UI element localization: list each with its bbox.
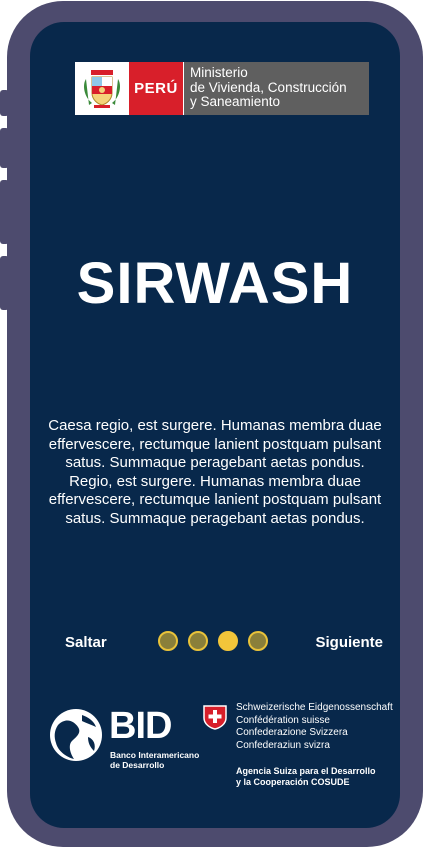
app-title: SIRWASH [76,251,354,316]
swiss-agency-name: Agencia Suiza para el Desarrollo y la Co… [236,766,376,788]
skip-button[interactable]: Saltar [65,634,107,651]
page-dot-3-active[interactable] [218,631,238,651]
ministry-line: Ministerio [190,65,248,80]
page-dot-1[interactable] [158,631,178,651]
agency-line: y la Cooperación COSUDE [236,777,350,787]
next-button[interactable]: Siguiente [315,634,383,651]
onboarding-navigation: Saltar Siguiente [30,628,400,658]
onboarding-description: Caesa regio, est surgere. Humanas membra… [48,417,382,527]
swiss-logo: Schweizerische Eidgenossenschaft Confédé… [202,700,400,790]
swiss-line: Confederaziun svizra [236,739,330,751]
government-logo: PERÚ Ministerio de Vivienda, Construcció… [75,62,369,115]
swiss-line: Confédération suisse [236,714,330,726]
swiss-flag-icon [203,705,227,730]
coat-of-arms-icon [75,62,129,115]
bid-subtitle: Banco Interamericano de Desarrollo [110,750,199,770]
page-dot-2[interactable] [188,631,208,651]
bid-name: BID [109,705,172,747]
side-button [0,90,9,116]
side-button [0,128,9,168]
swiss-line: Schweizerische Eidgenossenschaft [236,702,393,713]
side-button [0,180,9,244]
app-screen: PERÚ Ministerio de Vivienda, Construcció… [30,22,400,828]
peru-label: PERÚ [129,62,184,115]
agency-line: Agencia Suiza para el Desarrollo [236,766,376,776]
bid-subtitle-line: de Desarrollo [110,759,165,770]
side-button [0,256,9,310]
page-indicator [158,631,268,651]
bid-globe-icon [50,709,102,761]
bid-logo: BID Banco Interamericano de Desarrollo [48,705,218,775]
ministry-line: de Vivienda, Construcción [190,79,347,95]
page-dot-4[interactable] [248,631,268,651]
ministry-line: y Saneamiento [190,94,281,109]
swiss-confederation-names: Schweizerische Eidgenossenschaft Confédé… [236,702,393,752]
ministry-name: Ministerio de Vivienda, Construcción y S… [184,62,369,115]
swiss-line: Confederazione Svizzera [236,727,348,738]
